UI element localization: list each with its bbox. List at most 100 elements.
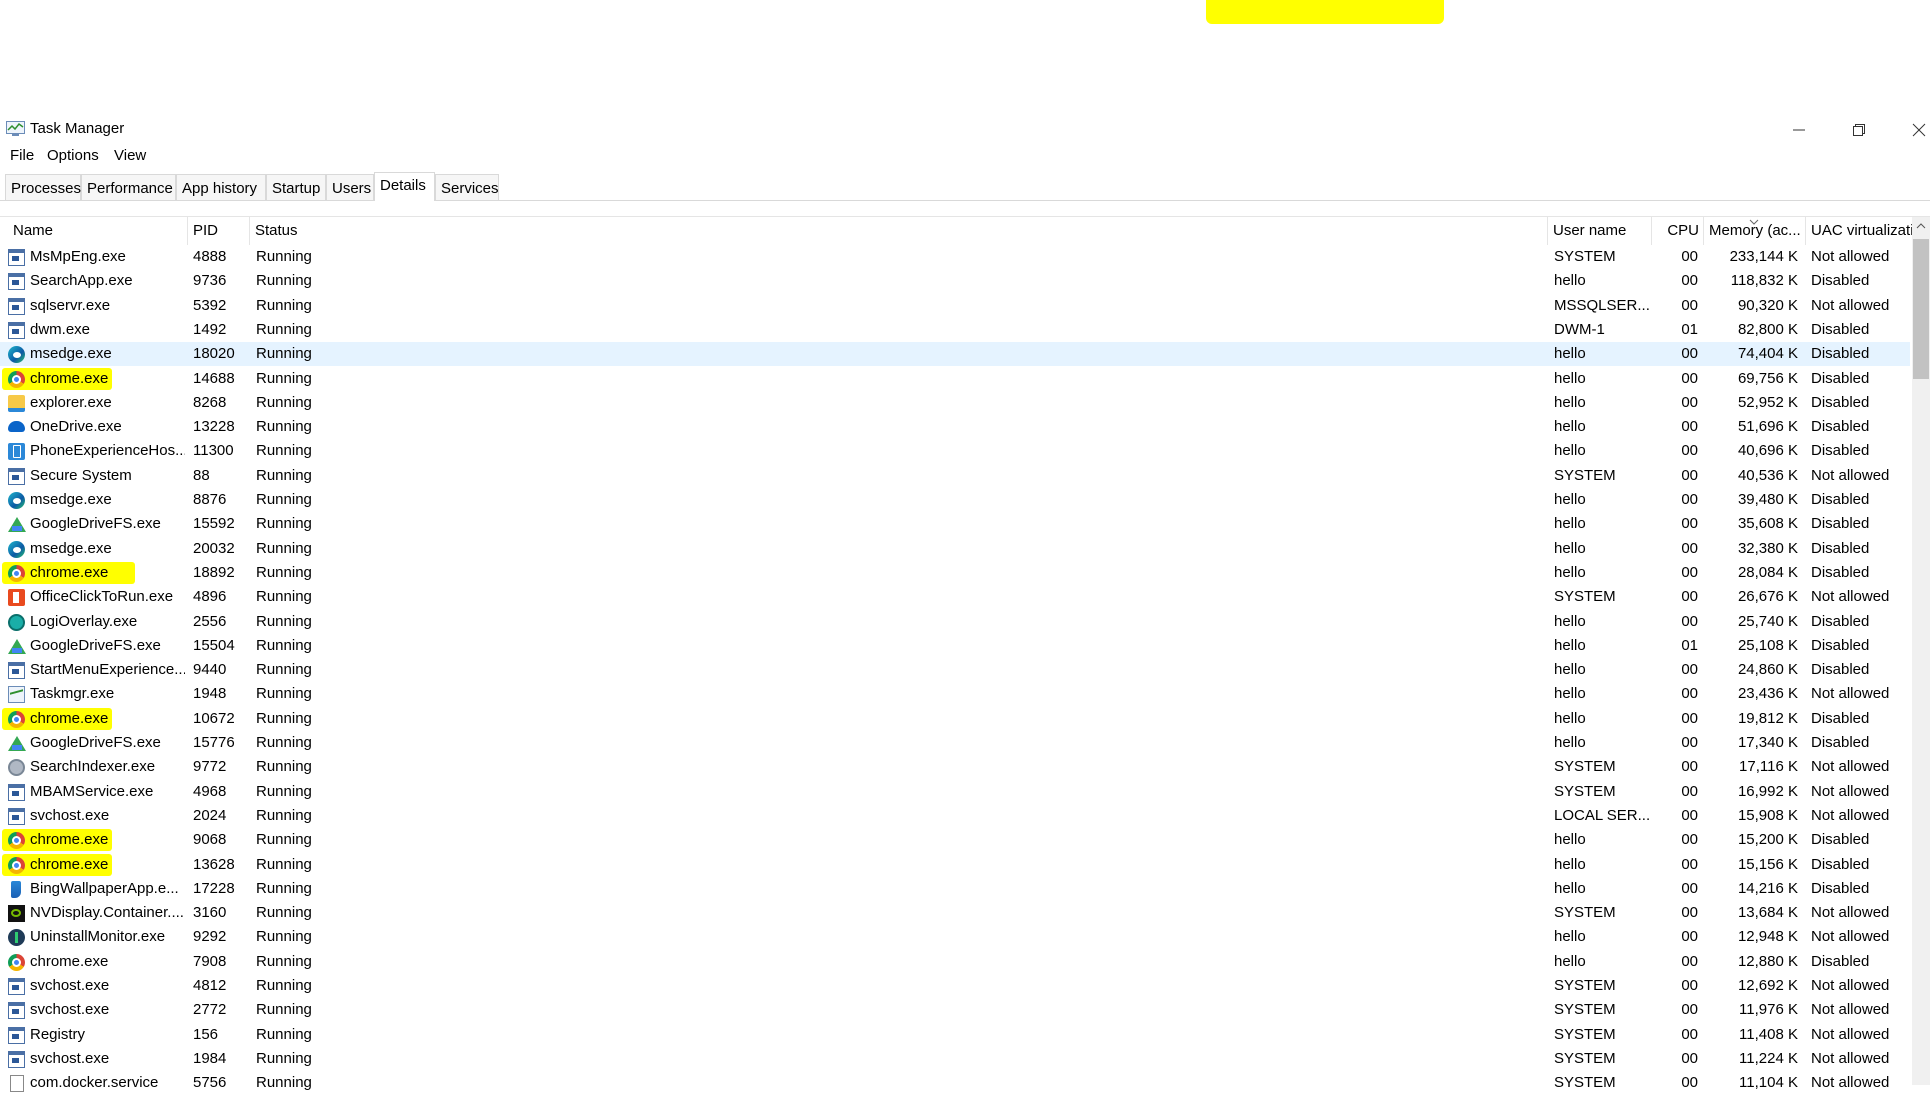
process-cpu: 00 xyxy=(1681,855,1698,873)
menu-file[interactable]: File xyxy=(10,147,34,164)
table-row[interactable]: explorer.exe 8268 Running hello 00 52,952 K Di… xyxy=(0,391,1910,415)
process-memory: 74,404 K xyxy=(1737,345,1798,363)
process-status: Running xyxy=(256,393,312,411)
process-user-name: SYSTEM xyxy=(1554,1049,1616,1067)
process-memory: 14,216 K xyxy=(1737,879,1798,897)
process-uac-virtualization: Not allowed xyxy=(1811,588,1890,606)
process-status: Running xyxy=(256,952,312,970)
table-row[interactable]: BingWallpaperApp.e... 17228 Running hello 00… xyxy=(0,877,1910,901)
menu-options[interactable]: Options xyxy=(47,147,99,164)
table-row[interactable]: msedge.exe 20032 Running hello 00 32,380 K Dis… xyxy=(0,537,1910,561)
tab-performance[interactable]: Performance xyxy=(81,174,176,200)
process-uac-virtualization: Not allowed xyxy=(1811,1001,1890,1019)
table-row[interactable]: OfficeClickToRun.exe 4896 Running SYSTEM 00 2… xyxy=(0,585,1910,609)
tab-processes[interactable]: Processes xyxy=(5,174,81,200)
process-pid: 10672 xyxy=(193,709,235,727)
column-header-name[interactable]: Name xyxy=(8,217,188,245)
task-manager-icon xyxy=(6,121,25,136)
column-header-uac[interactable]: UAC virtualizati... xyxy=(1806,217,1912,245)
exe-icon xyxy=(8,662,25,680)
table-row[interactable]: sqlservr.exe 5392 Running MSSQLSER... 00 90,3… xyxy=(0,294,1910,318)
scroll-up-icon[interactable] xyxy=(1916,223,1926,229)
column-header-user-name[interactable]: User name xyxy=(1548,217,1652,245)
table-row[interactable]: GoogleDriveFS.exe 15504 Running hello 01 25,1… xyxy=(0,634,1910,658)
process-uac-virtualization: Disabled xyxy=(1811,491,1870,508)
table-row[interactable]: svchost.exe 4812 Running SYSTEM 00 12,692 K No… xyxy=(0,974,1910,998)
process-uac-virtualization: Not allowed xyxy=(1811,248,1890,265)
process-name: dwm.exe xyxy=(30,320,91,338)
table-row[interactable]: MsMpEng.exe 4888 Running SYSTEM 00 233,144 K N… xyxy=(0,245,1910,269)
process-cpu: 00 xyxy=(1681,466,1698,484)
table-row[interactable]: NVDisplay.Container.... 3160 Running SYSTEM… xyxy=(0,901,1910,925)
minimize-button[interactable] xyxy=(1775,116,1823,144)
table-row[interactable]: svchost.exe 1984 Running SYSTEM 00 11,224 K No… xyxy=(0,1047,1910,1071)
table-row[interactable]: SearchIndexer.exe 9772 Running SYSTEM 00 17,1… xyxy=(0,755,1910,779)
process-pid: 3160 xyxy=(193,904,227,922)
table-row[interactable]: GoogleDriveFS.exe 15776 Running hello 00 17,3… xyxy=(0,731,1910,755)
table-row[interactable]: Registry 156 Running SYSTEM 00 11,408 K Not al… xyxy=(0,1023,1910,1047)
table-row[interactable]: StartMenuExperience... 9440 Running hello 00… xyxy=(0,658,1910,682)
drive-icon xyxy=(8,736,26,751)
tab-startup[interactable]: Startup xyxy=(266,174,326,200)
column-header-status[interactable]: Status xyxy=(250,217,1548,245)
table-row[interactable]: chrome.exe 14688 Running hello 00 69,756 K Dis… xyxy=(0,367,1910,391)
tab-details[interactable]: Details xyxy=(374,172,435,201)
tab-services[interactable]: Services xyxy=(435,174,499,200)
column-header-pid[interactable]: PID xyxy=(188,217,250,245)
nvidia-icon xyxy=(8,905,25,923)
table-row[interactable]: GoogleDriveFS.exe 15592 Running hello 00 35,6… xyxy=(0,512,1910,536)
process-status: Running xyxy=(256,491,312,508)
table-row[interactable]: UninstallMonitor.exe 9292 Running hello 00 12… xyxy=(0,925,1910,949)
table-row[interactable]: com.docker.service 5756 Running SYSTEM 00 11,… xyxy=(0,1071,1910,1095)
drive-icon xyxy=(8,517,26,533)
process-status: Running xyxy=(256,928,312,946)
table-row[interactable]: PhoneExperienceHos... 11300 Running hello 00… xyxy=(0,439,1910,463)
process-status: Running xyxy=(256,539,312,557)
tab-app-history[interactable]: App history xyxy=(176,174,266,200)
table-row[interactable]: chrome.exe 7908 Running hello 00 12,880 K Disa… xyxy=(0,950,1910,974)
table-row[interactable]: chrome.exe 18892 Running hello 00 28,084 K Dis… xyxy=(0,561,1910,585)
process-memory: 118,832 K xyxy=(1730,272,1798,290)
table-row[interactable]: SearchApp.exe 9736 Running hello 00 118,832 K… xyxy=(0,269,1910,293)
tab-users[interactable]: Users xyxy=(326,174,374,200)
process-uac-virtualization: Not allowed xyxy=(1811,685,1890,703)
column-header-cpu[interactable]: CPU xyxy=(1652,217,1704,245)
restore-button[interactable] xyxy=(1835,116,1883,144)
table-row[interactable]: svchost.exe 2024 Running LOCAL SER... 00 15,9… xyxy=(0,804,1910,828)
table-row[interactable]: msedge.exe 8876 Running hello 00 39,480 K Disa… xyxy=(0,488,1910,512)
process-user-name: hello xyxy=(1554,491,1586,508)
close-button[interactable] xyxy=(1895,116,1930,144)
table-row[interactable]: msedge.exe 18020 Running hello 00 74,404 K Dis… xyxy=(0,342,1910,367)
scrollbar-thumb[interactable] xyxy=(1913,239,1929,379)
process-name: chrome.exe xyxy=(30,952,109,970)
table-row[interactable]: OneDrive.exe 13228 Running hello 00 51,696 K D… xyxy=(0,415,1910,439)
table-row[interactable]: LogiOverlay.exe 2556 Running hello 00 25,740 … xyxy=(0,610,1910,634)
vertical-scrollbar[interactable] xyxy=(1912,217,1930,1085)
table-row[interactable]: chrome.exe 10672 Running hello 00 19,812 K Dis… xyxy=(0,707,1910,731)
table-row[interactable]: dwm.exe 1492 Running DWM-1 01 82,800 K Disable… xyxy=(0,318,1910,342)
process-uac-virtualization: Disabled xyxy=(1811,369,1870,387)
process-pid: 15776 xyxy=(193,734,235,751)
process-cpu: 00 xyxy=(1681,248,1698,265)
process-memory: 19,812 K xyxy=(1737,709,1798,727)
process-status: Running xyxy=(256,636,312,654)
uninstall-icon xyxy=(8,929,25,947)
process-pid: 20032 xyxy=(193,539,235,557)
process-cpu: 01 xyxy=(1681,636,1698,654)
process-uac-virtualization: Disabled xyxy=(1811,636,1870,654)
table-row[interactable]: svchost.exe 2772 Running SYSTEM 00 11,976 K No… xyxy=(0,998,1910,1022)
table-row[interactable]: chrome.exe 13628 Running hello 00 15,156 K Dis… xyxy=(0,853,1910,877)
menu-view[interactable]: View xyxy=(114,147,146,164)
process-user-name: hello xyxy=(1554,928,1586,946)
process-name: svchost.exe xyxy=(30,1001,110,1019)
process-status: Running xyxy=(256,977,312,994)
process-memory: 90,320 K xyxy=(1737,296,1798,314)
process-uac-virtualization: Not allowed xyxy=(1811,1025,1890,1043)
table-row[interactable]: Secure System 88 Running SYSTEM 00 40,536 K No… xyxy=(0,464,1910,488)
process-pid: 8268 xyxy=(193,393,227,411)
table-row[interactable]: Taskmgr.exe 1948 Running hello 00 23,436 K Not… xyxy=(0,682,1910,706)
table-row[interactable]: chrome.exe 9068 Running hello 00 15,200 K Disa… xyxy=(0,828,1910,852)
process-memory: 12,692 K xyxy=(1737,977,1798,994)
process-cpu: 00 xyxy=(1681,1074,1698,1092)
table-row[interactable]: MBAMService.exe 4968 Running SYSTEM 00 16,992… xyxy=(0,780,1910,804)
